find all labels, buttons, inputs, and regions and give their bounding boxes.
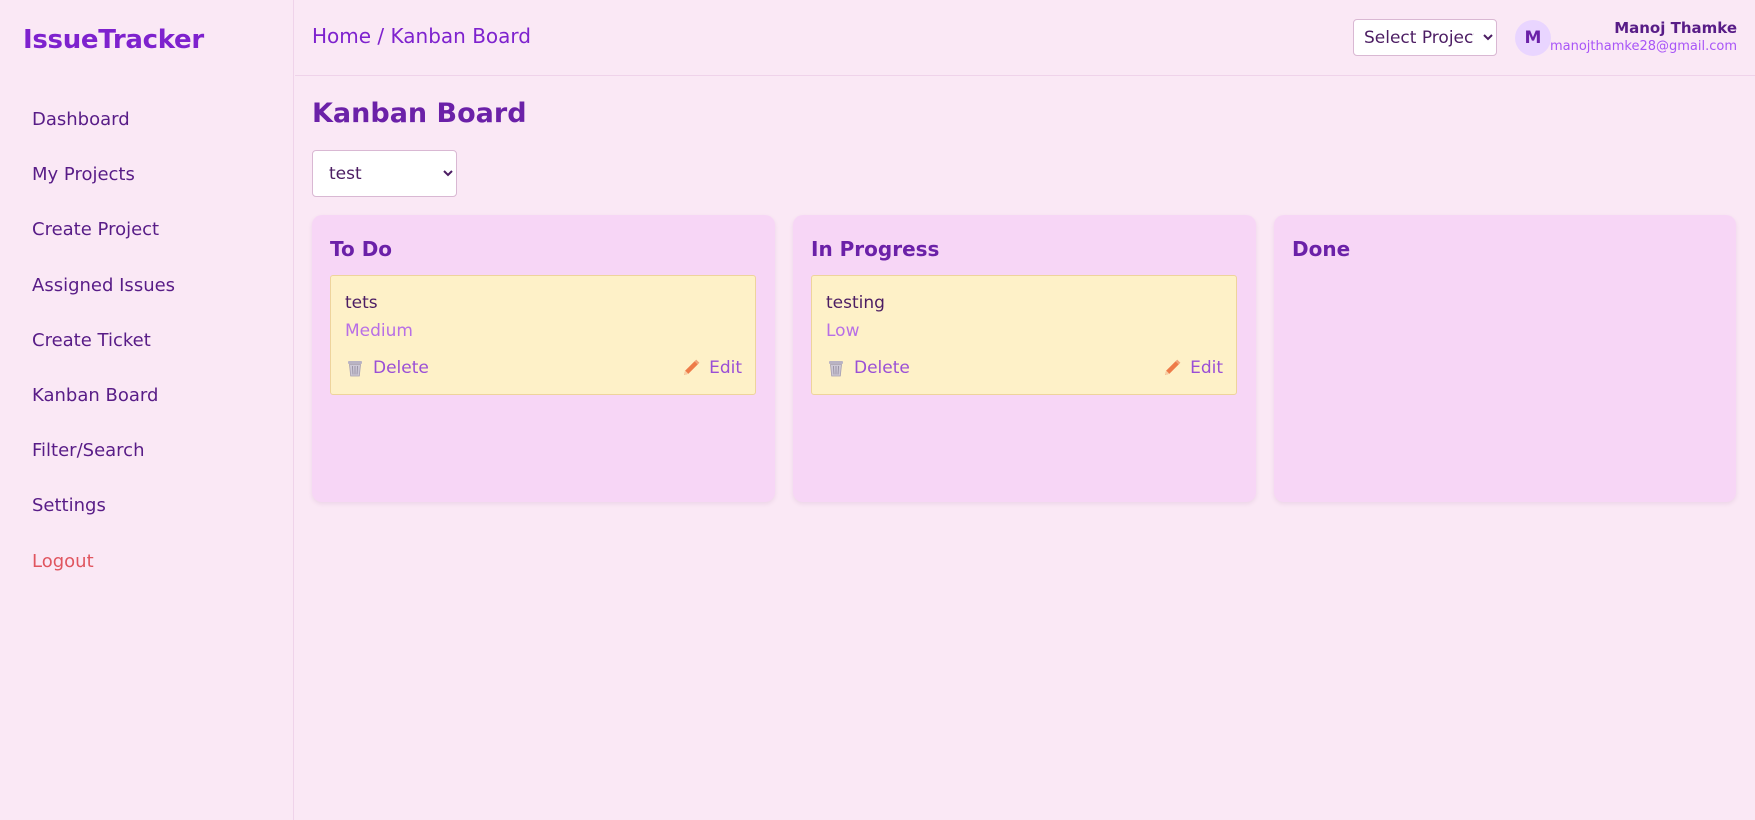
- avatar[interactable]: M: [1515, 20, 1551, 56]
- sidebar-item-filter-search[interactable]: Filter/Search: [32, 437, 175, 492]
- breadcrumb: Home / Kanban Board: [312, 24, 531, 48]
- sidebar-nav: Dashboard My Projects Create Project Ass…: [32, 106, 175, 603]
- card-title: tets: [345, 293, 378, 313]
- brand-logo[interactable]: IssueTracker: [23, 25, 204, 55]
- edit-button[interactable]: Edit: [681, 356, 742, 380]
- user-name: Manoj Thamke: [1614, 19, 1737, 37]
- sidebar-item-my-projects[interactable]: My Projects: [32, 161, 175, 216]
- sidebar-item-settings[interactable]: Settings: [32, 492, 175, 547]
- delete-label: Delete: [373, 358, 429, 378]
- column-title: In Progress: [811, 237, 940, 261]
- sidebar-item-create-project[interactable]: Create Project: [32, 216, 175, 271]
- pencil-icon: [684, 359, 700, 375]
- column-todo: To Do tets Medium Delete Edit: [312, 215, 775, 502]
- edit-label: Edit: [1190, 358, 1223, 378]
- sidebar-item-kanban-board[interactable]: Kanban Board: [32, 382, 175, 437]
- edit-label: Edit: [709, 358, 742, 378]
- trash-icon: [829, 361, 843, 377]
- sidebar-item-assigned-issues[interactable]: Assigned Issues: [32, 272, 175, 327]
- column-title: To Do: [330, 237, 393, 261]
- card-title: testing: [826, 293, 885, 313]
- sidebar-item-dashboard[interactable]: Dashboard: [32, 106, 175, 161]
- project-select[interactable]: Select Project: [1353, 19, 1497, 56]
- card-priority: Low: [826, 321, 860, 341]
- page-title: Kanban Board: [312, 98, 527, 129]
- delete-button[interactable]: Delete: [826, 356, 910, 380]
- issue-card[interactable]: testing Low Delete Edit: [811, 275, 1237, 395]
- column-done: Done: [1274, 215, 1736, 502]
- column-title: Done: [1292, 237, 1351, 261]
- sidebar: IssueTracker Dashboard My Projects Creat…: [0, 0, 294, 820]
- delete-label: Delete: [854, 358, 910, 378]
- pencil-icon: [1165, 359, 1181, 375]
- board-project-select[interactable]: test: [312, 150, 457, 197]
- sidebar-item-logout[interactable]: Logout: [32, 548, 175, 603]
- delete-button[interactable]: Delete: [345, 356, 429, 380]
- card-priority: Medium: [345, 321, 413, 341]
- edit-button[interactable]: Edit: [1162, 356, 1223, 380]
- sidebar-item-create-ticket[interactable]: Create Ticket: [32, 327, 175, 382]
- user-email: manojthamke28@gmail.com: [1549, 39, 1737, 54]
- top-header: Home / Kanban Board Select Project M Man…: [295, 0, 1755, 76]
- column-in-progress: In Progress testing Low Delete Edit: [793, 215, 1256, 502]
- user-info: Manoj Thamke manojthamke28@gmail.com: [1550, 19, 1737, 54]
- trash-icon: [348, 361, 362, 377]
- issue-card[interactable]: tets Medium Delete Edit: [330, 275, 756, 395]
